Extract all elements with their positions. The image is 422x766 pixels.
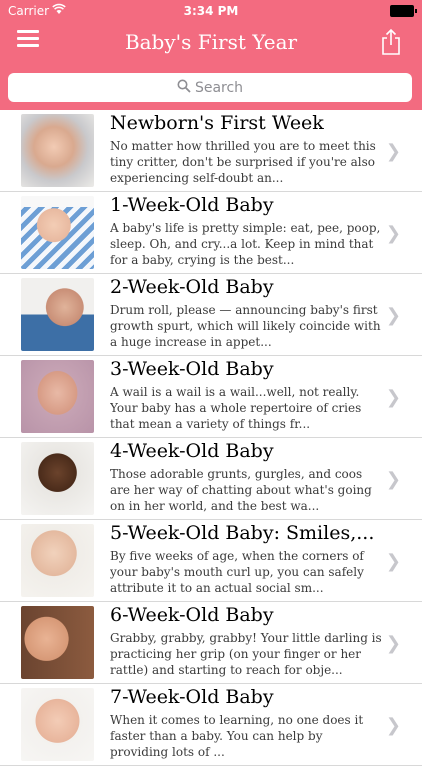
item-description: A wail is a wail is a wail...well, not r… — [110, 385, 362, 431]
item-description: When it comes to learning, no one does i… — [110, 713, 364, 759]
item-description: Drum roll, please — announcing baby's fi… — [110, 303, 381, 349]
item-title: Newborn's First Week — [110, 112, 324, 134]
list-item[interactable]: 1-Week-Old Baby A baby's life is pretty … — [0, 192, 422, 274]
item-title: 3-Week-Old Baby — [110, 358, 274, 380]
item-description: Those adorable grunts, gurgles, and coos… — [110, 467, 372, 513]
baby-photo-thumbnail — [21, 196, 94, 269]
search-placeholder: Search — [194, 80, 244, 96]
status-bar: Carrier 3:34 PM — [0, 0, 422, 22]
page-title: Baby's First Year — [124, 30, 298, 54]
search-bar: Search — [0, 66, 422, 110]
article-list: Newborn's First Week No matter how thril… — [0, 110, 422, 766]
list-item[interactable]: Newborn's First Week No matter how thril… — [0, 110, 422, 192]
chevron-right-icon: ❯ — [385, 715, 401, 736]
chevron-right-icon: ❯ — [385, 633, 401, 654]
baby-photo-thumbnail — [21, 606, 94, 679]
item-title: 4-Week-Old Baby — [110, 440, 274, 462]
baby-photo-thumbnail — [21, 114, 94, 187]
item-description: By five weeks of age, when the corners o… — [110, 549, 364, 595]
item-description: A baby's life is pretty simple: eat, pee… — [110, 221, 381, 267]
battery-icon — [390, 5, 417, 17]
search-input[interactable]: Search — [8, 73, 412, 102]
list-item[interactable]: 5-Week-Old Baby: Smiles,... By five week… — [0, 520, 422, 602]
item-title: 2-Week-Old Baby — [110, 276, 274, 298]
item-title: 7-Week-Old Baby — [110, 686, 274, 708]
baby-photo-thumbnail — [21, 360, 94, 433]
item-description: No matter how thrilled you are to meet t… — [110, 139, 376, 185]
item-title: 5-Week-Old Baby: Smiles,... — [110, 522, 375, 544]
list-item[interactable]: 2-Week-Old Baby Drum roll, please — anno… — [0, 274, 422, 356]
list-item[interactable]: 6-Week-Old Baby Grabby, grabby, grabby! … — [0, 602, 422, 684]
share-icon[interactable] — [380, 28, 402, 56]
chevron-right-icon: ❯ — [385, 469, 401, 490]
list-item[interactable]: 7-Week-Old Baby When it comes to learnin… — [0, 684, 422, 766]
chevron-right-icon: ❯ — [385, 551, 401, 572]
baby-photo-thumbnail — [21, 688, 94, 761]
item-description: Grabby, grabby, grabby! Your little darl… — [110, 631, 382, 677]
navigation-bar: Baby's First Year — [0, 22, 422, 66]
status-time: 3:34 PM — [183, 4, 239, 18]
chevron-right-icon: ❯ — [385, 223, 401, 244]
baby-photo-thumbnail — [21, 524, 94, 597]
chevron-right-icon: ❯ — [385, 141, 401, 162]
baby-photo-thumbnail — [21, 442, 94, 515]
chevron-right-icon: ❯ — [385, 387, 401, 408]
chevron-right-icon: ❯ — [385, 305, 401, 326]
item-title: 6-Week-Old Baby — [110, 604, 274, 626]
list-item[interactable]: 3-Week-Old Baby A wail is a wail is a wa… — [0, 356, 422, 438]
baby-photo-thumbnail — [21, 278, 94, 351]
search-icon — [177, 79, 191, 97]
item-title: 1-Week-Old Baby — [110, 194, 274, 216]
list-item[interactable]: 4-Week-Old Baby Those adorable grunts, g… — [0, 438, 422, 520]
